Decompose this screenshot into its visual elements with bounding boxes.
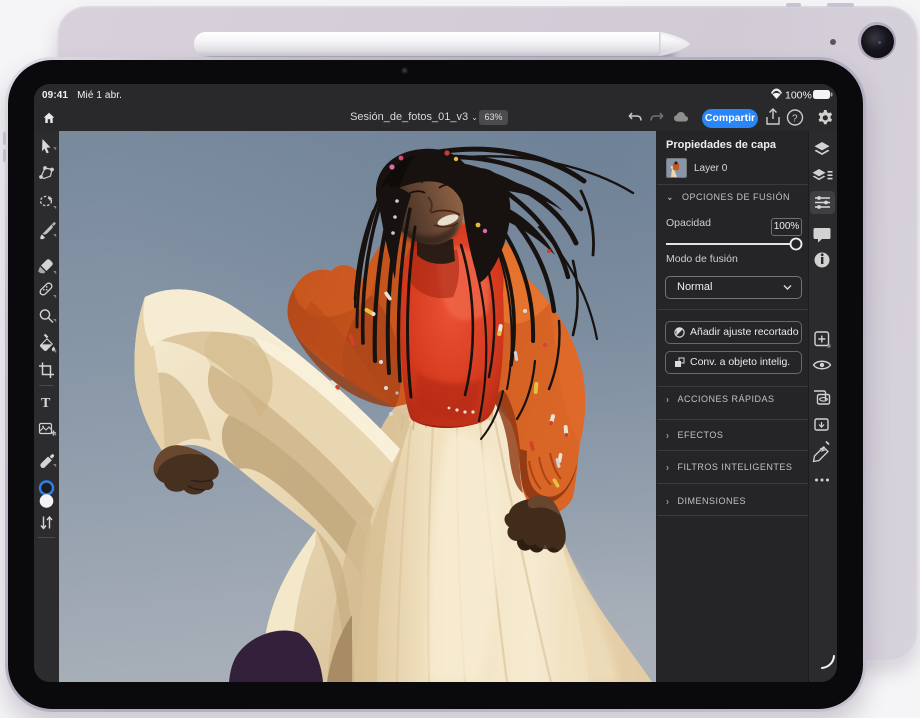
svg-text:T: T: [41, 396, 51, 411]
svg-text:?: ?: [792, 114, 798, 125]
svg-text:100%: 100%: [785, 90, 812, 102]
